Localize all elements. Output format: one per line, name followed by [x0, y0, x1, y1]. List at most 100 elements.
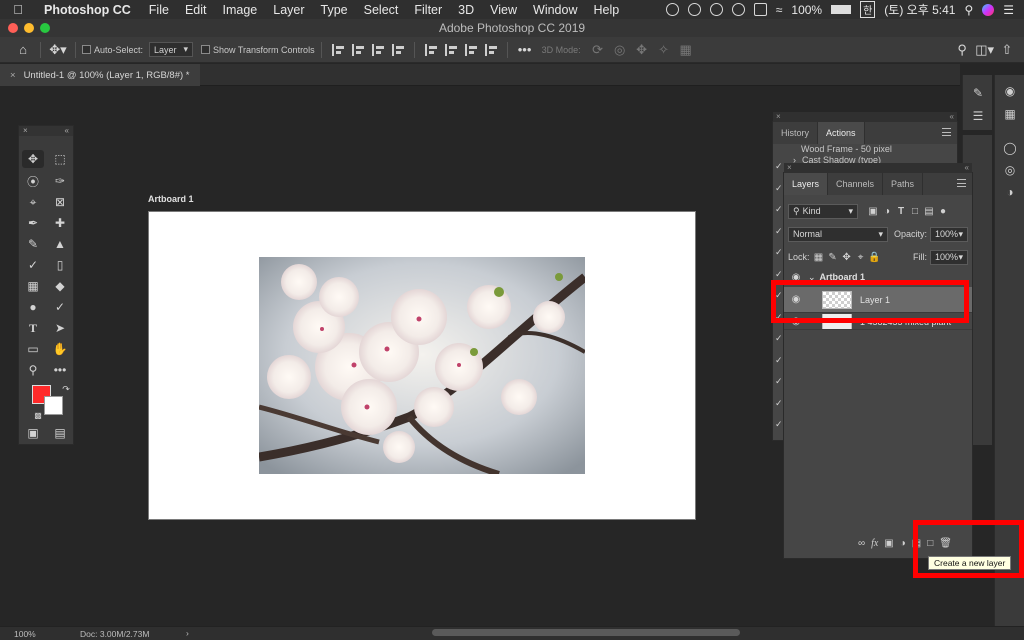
input-method-indicator[interactable]: 한: [860, 1, 876, 18]
transform-controls-checkbox[interactable]: [201, 45, 211, 54]
wifi-icon[interactable]: ≈: [776, 3, 783, 17]
bluetooth-icon[interactable]: [753, 3, 767, 16]
opacity-field[interactable]: 100% ▾: [930, 226, 969, 242]
document-tab[interactable]: × Untitled-1 @ 100% (Layer 1, RGB/8#) *: [0, 64, 200, 86]
check-icon[interactable]: ✓: [775, 269, 783, 279]
collapse-icon[interactable]: «: [950, 112, 954, 122]
default-colors-icon[interactable]: ▩: [27, 406, 49, 424]
menu-filter[interactable]: Filter: [406, 3, 450, 17]
tab-actions[interactable]: Actions: [818, 122, 865, 144]
zoom-tool-icon[interactable]: ⚲: [22, 361, 44, 379]
auto-select-dropdown[interactable]: Layer ▾: [149, 42, 194, 57]
zoom-level[interactable]: 100%: [14, 629, 36, 639]
adjustment-layer-icon[interactable]: ◑: [900, 538, 906, 549]
share-icon[interactable]: ⇧: [998, 39, 1016, 61]
menu-edit[interactable]: Edit: [177, 3, 215, 17]
lock-image-pixels-icon[interactable]: ✎: [826, 250, 840, 264]
time-machine-icon[interactable]: [731, 3, 745, 16]
window-minimize-button[interactable]: [24, 23, 34, 33]
3d-slide-icon[interactable]: ✧: [655, 39, 673, 61]
brush-settings-icon[interactable]: ✎: [968, 84, 988, 102]
history-brush-tool-icon[interactable]: ✓: [22, 256, 44, 274]
align-left-edges-icon[interactable]: [331, 43, 344, 56]
libraries-icon[interactable]: ◎: [1000, 161, 1020, 179]
3d-orbit-icon[interactable]: ⟳: [589, 39, 607, 61]
eraser-tool-icon[interactable]: ▯: [49, 256, 71, 274]
artboard-label[interactable]: Artboard 1: [148, 194, 194, 204]
window-zoom-button[interactable]: [40, 23, 50, 33]
filter-toggle-icon[interactable]: ●: [936, 204, 950, 218]
status-d-icon[interactable]: [687, 3, 701, 16]
blend-mode-dropdown[interactable]: Normal ▾: [788, 226, 888, 242]
eyedropper-tool-icon[interactable]: ✒: [22, 214, 44, 232]
adjustments-circle-icon[interactable]: ◑: [1000, 183, 1020, 201]
spotlight-icon[interactable]: ⚲: [964, 3, 973, 17]
more-options-icon[interactable]: •••: [516, 39, 534, 61]
filter-smart-object-icon[interactable]: ▤: [922, 204, 936, 218]
status-menu-chevron-icon[interactable]: ›: [186, 628, 189, 638]
window-close-button[interactable]: [8, 23, 18, 33]
check-icon[interactable]: ✓: [775, 204, 783, 214]
menu-file[interactable]: File: [141, 3, 177, 17]
filter-adjustment-icon[interactable]: ◑: [880, 204, 894, 218]
check-icon[interactable]: ✓: [775, 247, 783, 257]
close-icon[interactable]: ×: [776, 112, 781, 122]
menu-select[interactable]: Select: [356, 3, 407, 17]
lock-all-icon[interactable]: 🔒: [868, 250, 882, 264]
dodge-tool-icon[interactable]: ●: [22, 298, 44, 316]
search-icon[interactable]: ⚲: [953, 39, 971, 61]
lasso-tool-icon[interactable]: ⦿: [22, 172, 44, 190]
filter-shape-icon[interactable]: □: [908, 204, 922, 218]
tools-panel-header[interactable]: × «: [19, 126, 73, 136]
menu-type[interactable]: Type: [313, 3, 356, 17]
tab-paths[interactable]: Paths: [883, 173, 924, 195]
link-layers-icon[interactable]: ∞: [858, 538, 865, 549]
menu-view[interactable]: View: [482, 3, 525, 17]
check-icon[interactable]: ✓: [775, 333, 783, 343]
lock-position-icon[interactable]: ✥: [840, 250, 854, 264]
blur-tool-icon[interactable]: ◆: [49, 277, 71, 295]
frame-tool-icon[interactable]: ⊠: [49, 193, 71, 211]
menu-help[interactable]: Help: [586, 3, 628, 17]
align-bottom-edges-icon[interactable]: [464, 43, 477, 56]
brush-tool-icon[interactable]: ✎: [22, 235, 44, 253]
collapse-icon[interactable]: «: [65, 126, 69, 136]
battery-percent[interactable]: 100%: [791, 3, 822, 17]
check-icon[interactable]: ✓: [775, 226, 783, 236]
battery-icon[interactable]: [831, 5, 852, 14]
action-item[interactable]: Wood Frame - 50 pixel: [773, 144, 957, 154]
align-horizontal-centers-icon[interactable]: [351, 43, 364, 56]
swap-colors-icon[interactable]: ↷: [55, 380, 77, 398]
siri-icon[interactable]: [982, 3, 995, 16]
path-selection-tool-icon[interactable]: ➤: [49, 319, 71, 337]
layer-style-fx-icon[interactable]: fx: [871, 538, 878, 549]
gradient-tool-icon[interactable]: ▦: [22, 277, 44, 295]
adjustments-icon[interactable]: ☰: [968, 107, 988, 125]
panel-header-bar[interactable]: × «: [773, 112, 957, 122]
check-icon[interactable]: ✓: [775, 419, 783, 429]
3d-pan-icon[interactable]: ✥: [633, 39, 651, 61]
panel-menu-icon[interactable]: [942, 128, 951, 136]
healing-brush-tool-icon[interactable]: ✚: [49, 214, 71, 232]
check-icon[interactable]: ✓: [775, 161, 783, 171]
move-tool-icon[interactable]: ✥: [22, 150, 44, 168]
apple-menu-icon[interactable]: : [0, 2, 36, 17]
move-tool-preset-icon[interactable]: ✥▾: [49, 39, 67, 61]
home-icon[interactable]: ⌂: [14, 39, 32, 61]
check-icon[interactable]: ✓: [775, 355, 783, 365]
menu-window[interactable]: Window: [525, 3, 585, 17]
marquee-tool-icon[interactable]: ⬚: [49, 150, 71, 168]
learn-lightbulb-icon[interactable]: ◯: [1000, 139, 1020, 157]
check-icon[interactable]: ✓: [775, 398, 783, 408]
creative-cloud-icon[interactable]: [665, 3, 679, 16]
clock[interactable]: (토) 오후 5:41: [884, 1, 955, 18]
check-icon[interactable]: ✓: [775, 183, 783, 193]
distribute-vertical-icon[interactable]: [484, 43, 497, 56]
close-tab-icon[interactable]: ×: [10, 70, 16, 81]
color-palette-icon[interactable]: ◉: [1000, 82, 1020, 100]
check-icon[interactable]: ✓: [775, 376, 783, 386]
distribute-icon[interactable]: [391, 43, 404, 56]
collapse-icon[interactable]: «: [965, 163, 969, 173]
3d-roll-icon[interactable]: ◎: [611, 39, 629, 61]
crop-tool-icon[interactable]: ⌖: [22, 193, 44, 211]
